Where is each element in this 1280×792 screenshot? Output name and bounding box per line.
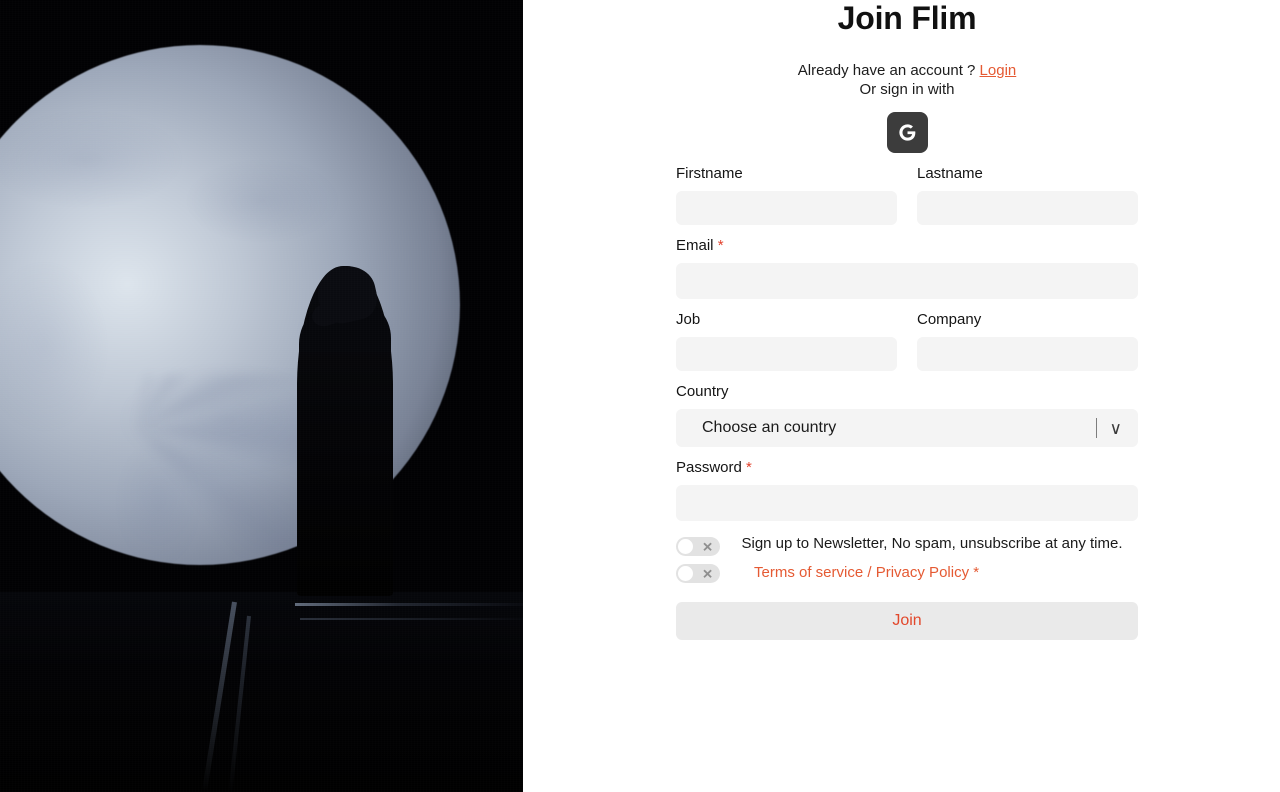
- job-input[interactable]: [676, 337, 897, 372]
- account-prompt-text: Already have an account ?: [797, 62, 976, 79]
- account-prompt-block: Already have an account ? Login Or sign …: [676, 62, 1138, 98]
- google-g-icon: [897, 122, 918, 143]
- email-input[interactable]: [676, 263, 1138, 300]
- privacy-policy-link[interactable]: Privacy Policy: [876, 564, 969, 581]
- country-select-value: Choose an country: [702, 419, 837, 437]
- job-label: Job: [676, 311, 701, 329]
- newsletter-toggle[interactable]: ✕: [676, 537, 720, 557]
- signup-page: Join Flim Already have an account ? Logi…: [0, 0, 1280, 792]
- newsletter-label: Sign up to Newsletter, No spam, unsubscr…: [741, 535, 1123, 553]
- firstname-field-group: Firstname: [676, 165, 897, 226]
- firstname-input[interactable]: [676, 191, 897, 226]
- join-submit-button[interactable]: Join: [676, 602, 1138, 641]
- country-label: Country: [676, 383, 729, 401]
- hero-image-panel: [0, 0, 523, 792]
- firstname-label: Firstname: [676, 165, 743, 183]
- company-field-group: Company: [917, 311, 1138, 372]
- newsletter-row: ✕ Sign up to Newsletter, No spam, unsubs…: [676, 535, 1138, 557]
- legal-row: ✕ Terms of service / Privacy Policy *: [676, 562, 1138, 584]
- toggle-off-x-icon: ✕: [702, 539, 713, 555]
- google-signin-button[interactable]: [886, 112, 928, 154]
- chevron-down-icon: ∨: [1109, 418, 1122, 438]
- lastname-field-group: Lastname: [917, 165, 1138, 226]
- name-field-row: Firstname Lastname: [676, 153, 1138, 226]
- password-input[interactable]: [676, 485, 1138, 522]
- email-label-text: Email: [676, 237, 714, 255]
- email-required-marker: *: [717, 237, 724, 255]
- legal-separator: /: [867, 563, 872, 581]
- email-field-group: Email *: [676, 237, 1138, 300]
- or-sign-in-with-label: Or sign in with: [859, 80, 955, 98]
- country-select[interactable]: Choose an country ∨: [676, 409, 1138, 448]
- password-field-group: Password *: [676, 459, 1138, 522]
- password-label-text: Password: [676, 459, 742, 477]
- toggle-knob: [678, 566, 693, 582]
- terms-of-service-link[interactable]: Terms of service: [754, 564, 863, 581]
- password-required-marker: *: [746, 459, 752, 477]
- country-field-group: Country Choose an country ∨: [676, 383, 1138, 448]
- job-company-field-row: Job Company: [676, 299, 1138, 372]
- ledge-secondary-edge: [300, 618, 523, 620]
- dark-foreground-ledge: [0, 592, 523, 792]
- page-title: Join Flim: [837, 0, 977, 36]
- social-signin-row: [676, 112, 1138, 154]
- company-input[interactable]: [917, 337, 1138, 372]
- legal-required-marker: *: [973, 563, 980, 581]
- lastname-input[interactable]: [917, 191, 1138, 226]
- job-field-group: Job: [676, 311, 897, 372]
- lastname-label: Lastname: [917, 165, 983, 183]
- login-link[interactable]: Login: [980, 62, 1017, 79]
- legal-label: Terms of service / Privacy Policy *: [720, 564, 1138, 583]
- toggle-knob: [678, 539, 693, 555]
- email-label: Email *: [676, 237, 1138, 255]
- toggle-off-x-icon: ✕: [702, 566, 713, 582]
- ledge-highlight-edge: [295, 603, 523, 606]
- select-divider: [1095, 418, 1097, 439]
- company-label: Company: [917, 311, 982, 329]
- legal-toggle[interactable]: ✕: [676, 564, 720, 584]
- password-label: Password *: [676, 459, 1138, 477]
- signup-form-panel: Join Flim Already have an account ? Logi…: [523, 0, 1280, 792]
